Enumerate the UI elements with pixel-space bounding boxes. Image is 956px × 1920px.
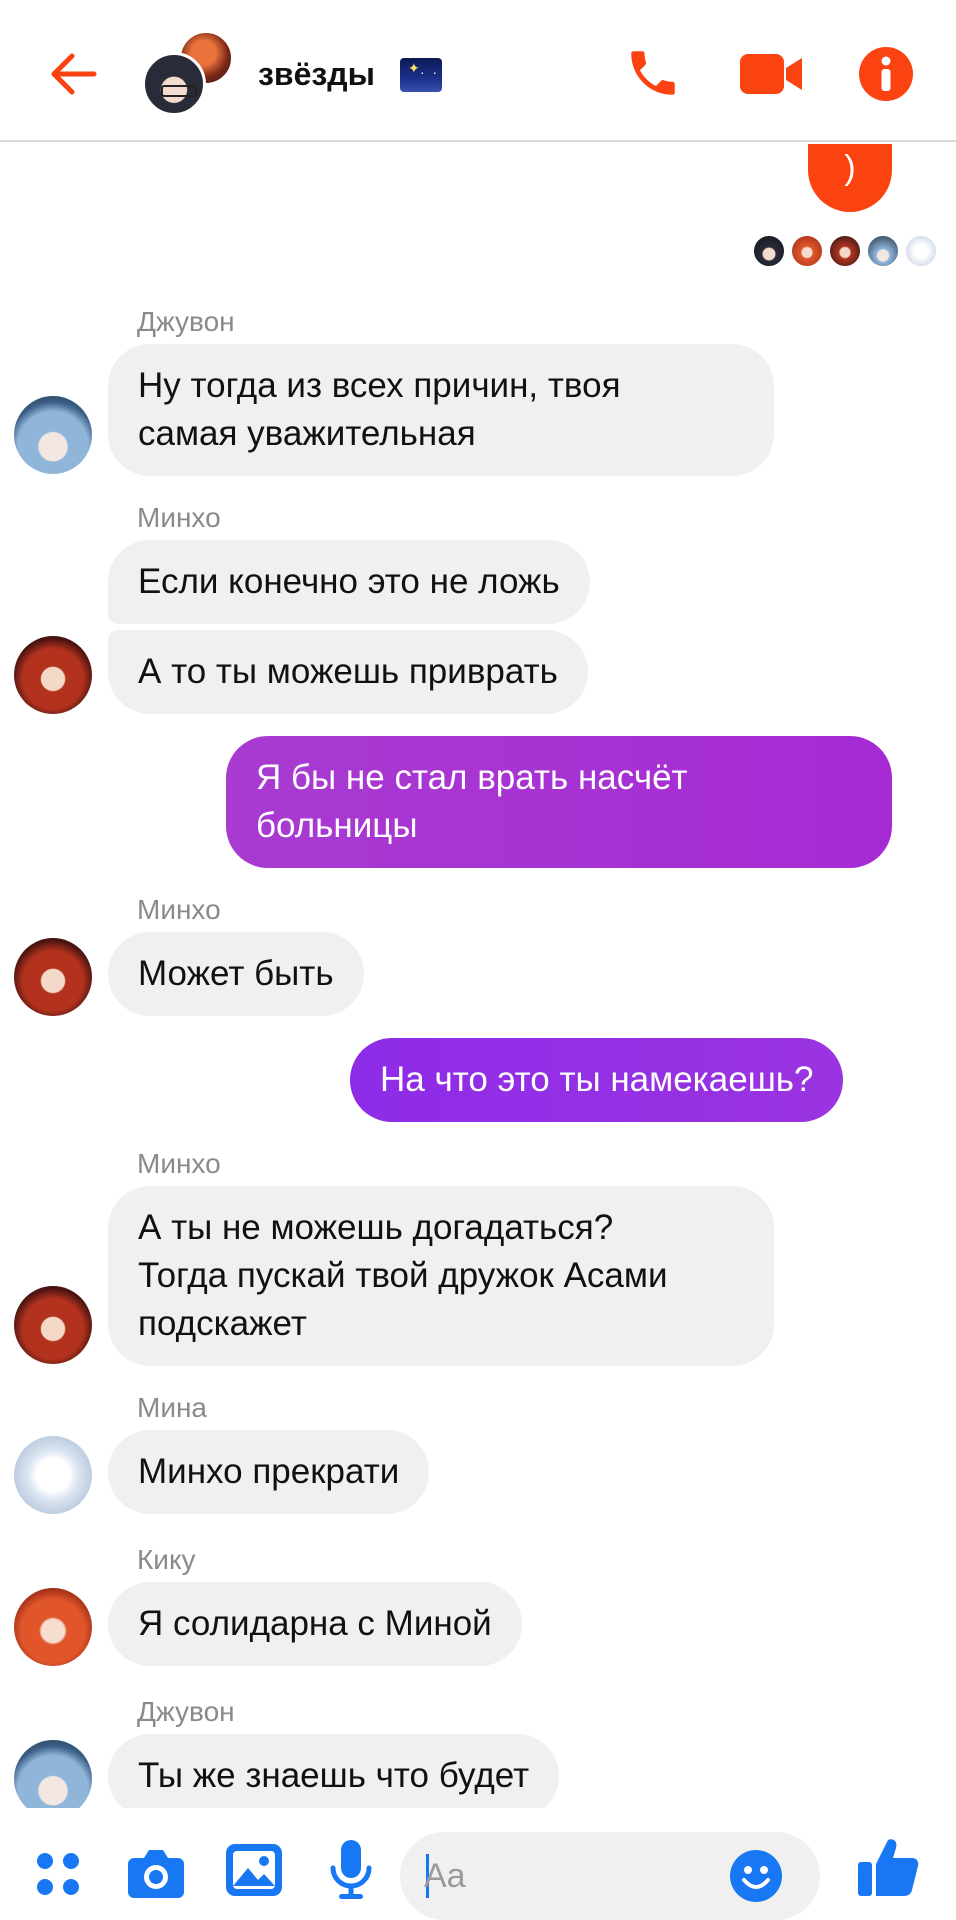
incoming-message-bubble[interactable]: А то ты можешь приврать xyxy=(108,630,588,714)
thumbs-up-icon[interactable] xyxy=(856,1834,920,1900)
avatar[interactable] xyxy=(14,1740,92,1808)
group-avatar[interactable] xyxy=(142,30,234,116)
stars-emoji-icon xyxy=(400,58,442,92)
chat-title[interactable]: звёзды xyxy=(258,56,375,93)
seen-indicators xyxy=(752,234,942,270)
incoming-message-bubble[interactable]: Я солидарна с Миной xyxy=(108,1582,522,1666)
group-avatar-member-2 xyxy=(142,52,206,116)
video-camera-icon[interactable] xyxy=(738,48,806,100)
message-input[interactable] xyxy=(424,1832,724,1920)
outgoing-message-bubble[interactable]: Я бы не стал врать насчёт больницы xyxy=(226,736,892,868)
seen-avatar xyxy=(752,234,786,268)
avatar[interactable] xyxy=(14,1588,92,1666)
chat-header: звёзды xyxy=(0,0,956,142)
seen-avatar xyxy=(866,234,900,268)
image-icon[interactable] xyxy=(224,1842,284,1898)
avatar[interactable] xyxy=(14,938,92,1016)
avatar[interactable] xyxy=(14,396,92,474)
smiley-icon[interactable] xyxy=(728,1848,784,1904)
camera-icon[interactable] xyxy=(126,1844,186,1900)
grid-dots-icon[interactable] xyxy=(34,1850,82,1898)
message-list[interactable]: ) Джувон Ну тогда из всех причин, твоя с… xyxy=(0,144,956,1808)
arrow-left-icon[interactable] xyxy=(44,44,104,104)
incoming-message-bubble[interactable]: Минхо прекрати xyxy=(108,1430,430,1514)
sender-name: Минхо xyxy=(137,502,221,533)
seen-avatar xyxy=(904,234,938,268)
sender-name: Джувон xyxy=(137,306,235,337)
seen-avatar xyxy=(828,234,862,268)
incoming-message-bubble[interactable]: Может быть xyxy=(108,932,364,1016)
incoming-message-bubble[interactable]: Если конечно это не ложь xyxy=(108,540,590,624)
sender-name: Минхо xyxy=(137,1148,221,1179)
incoming-message-bubble[interactable]: Ну тогда из всех причин, твоя самая уваж… xyxy=(108,344,774,476)
info-icon[interactable] xyxy=(858,46,914,102)
outgoing-message-bubble[interactable]: На что это ты намекаешь? xyxy=(350,1038,844,1122)
incoming-message-bubble[interactable]: Ты же знаешь что будет xyxy=(108,1734,560,1808)
sender-name: Минхо xyxy=(137,894,221,925)
avatar[interactable] xyxy=(14,1436,92,1514)
microphone-icon[interactable] xyxy=(328,1838,374,1902)
message-input-container[interactable] xyxy=(400,1832,820,1920)
phone-icon[interactable] xyxy=(624,44,682,102)
seen-avatar xyxy=(790,234,824,268)
message-composer xyxy=(0,1808,956,1920)
sender-name: Джувон xyxy=(137,1696,235,1727)
message-row: ) xyxy=(0,144,956,274)
avatar[interactable] xyxy=(14,1286,92,1364)
sender-name: Мина xyxy=(137,1392,207,1423)
incoming-message-bubble[interactable]: А ты не можешь догадаться? Тогда пускай … xyxy=(108,1186,774,1366)
sender-name: Кику xyxy=(137,1544,196,1575)
outgoing-message-bubble[interactable]: ) xyxy=(808,144,892,212)
avatar[interactable] xyxy=(14,636,92,714)
